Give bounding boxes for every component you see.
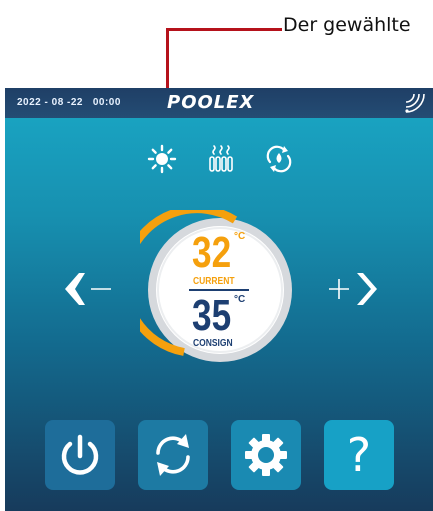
status-bar: 2022 - 08 -22 00:00 POOLEX: [5, 88, 433, 118]
setpoint-temperature: 35: [192, 291, 232, 340]
setpoint-temperature-unit: °C: [234, 294, 246, 305]
consign-label: CONSIGN: [193, 338, 233, 349]
brand-logo: POOLEX: [167, 92, 255, 113]
wifi-icon[interactable]: [402, 90, 426, 114]
current-temperature-unit: °C: [234, 231, 246, 242]
radiator-heat-icon[interactable]: [206, 144, 236, 174]
gear-icon: [245, 434, 287, 476]
auto-cycle-icon[interactable]: [264, 144, 294, 174]
power-icon: [61, 434, 99, 475]
settings-button[interactable]: [231, 420, 301, 490]
date-time: 2022 - 08 -22 00:00: [17, 97, 121, 108]
decrease-button[interactable]: [65, 269, 117, 309]
callout-text: Der gewählte: [283, 14, 411, 36]
refresh-icon: [156, 434, 190, 476]
device-screen: 2022 - 08 -22 00:00 POOLEX 32 °C CURRENT…: [5, 88, 433, 511]
current-label: CURRENT: [193, 276, 235, 287]
help-button[interactable]: ?: [324, 420, 394, 490]
help-icon: ?: [346, 428, 372, 482]
time-label: 00:00: [92, 97, 121, 108]
power-button[interactable]: [45, 420, 115, 490]
sun-icon[interactable]: [147, 144, 177, 174]
increase-button[interactable]: [325, 269, 377, 309]
refresh-button[interactable]: [138, 420, 208, 490]
current-temperature: 32: [192, 228, 232, 277]
date-label: 2022 - 08 -22: [17, 97, 83, 108]
callout-line: [166, 28, 282, 31]
